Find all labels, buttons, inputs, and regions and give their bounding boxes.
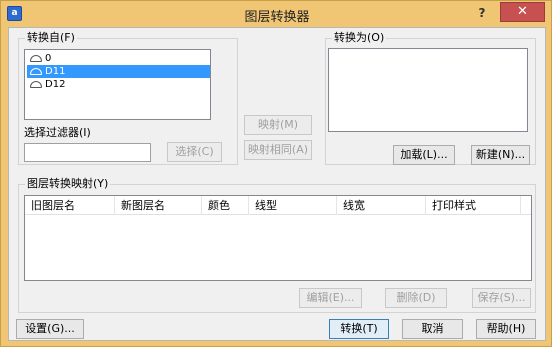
layer-mappings-table[interactable]: 旧图层名 新图层名 颜色 线型 线宽 打印样式: [24, 195, 532, 281]
layer-name: D12: [45, 79, 66, 90]
table-header: 旧图层名 新图层名 颜色 线型 线宽 打印样式: [25, 196, 531, 215]
layer-icon: [30, 68, 42, 75]
filter-label: 选择过滤器(I): [24, 126, 91, 139]
load-button[interactable]: 加载(L)...: [393, 145, 455, 165]
cancel-button[interactable]: 取消: [402, 319, 463, 339]
col-color[interactable]: 颜色: [202, 196, 249, 215]
layer-name: D11: [45, 66, 66, 77]
dialog-client: 转换自(F) 0 D11 D12 选择过滤器(I) 选择(C) 映射(M) 映射相同…: [8, 27, 546, 341]
convert-from-listbox[interactable]: 0 D11 D12: [24, 49, 211, 120]
layer-icon: [30, 55, 42, 62]
convert-to-listbox[interactable]: [328, 48, 528, 132]
col-plot-style[interactable]: 打印样式: [426, 196, 521, 215]
layer-icon: [30, 81, 42, 88]
col-new-layer[interactable]: 新图层名: [115, 196, 202, 215]
save-button[interactable]: 保存(S)...: [472, 288, 531, 308]
convert-to-label: 转换为(O): [332, 31, 387, 45]
layer-list-item[interactable]: D11: [27, 65, 210, 78]
map-same-button[interactable]: 映射相同(A): [244, 140, 312, 160]
layer-mappings-label: 图层转换映射(Y): [25, 177, 111, 191]
col-lineweight[interactable]: 线宽: [337, 196, 426, 215]
col-old-layer[interactable]: 旧图层名: [25, 196, 115, 215]
title-bar[interactable]: a 图层转换器 ? ✕: [1, 1, 552, 27]
layer-list-item[interactable]: D12: [27, 78, 210, 91]
close-icon-button[interactable]: ✕: [500, 2, 545, 22]
help-button[interactable]: 帮助(H): [476, 319, 536, 339]
select-button[interactable]: 选择(C): [167, 142, 222, 162]
filter-input[interactable]: [24, 143, 151, 162]
delete-button[interactable]: 删除(D): [385, 288, 447, 308]
convert-button[interactable]: 转换(T): [329, 319, 389, 339]
layer-translator-window: a 图层转换器 ? ✕ 转换自(F) 0 D11 D12 选择过滤器(I) 选择(C…: [0, 0, 552, 347]
map-button[interactable]: 映射(M): [244, 115, 312, 135]
convert-from-label: 转换自(F): [25, 31, 77, 45]
layer-list-item[interactable]: 0: [27, 52, 210, 65]
help-icon-button[interactable]: ?: [469, 4, 495, 22]
settings-button[interactable]: 设置(G)...: [16, 319, 84, 339]
layer-name: 0: [45, 53, 52, 64]
new-button[interactable]: 新建(N)...: [471, 145, 530, 165]
col-linetype[interactable]: 线型: [249, 196, 337, 215]
edit-button[interactable]: 编辑(E)...: [299, 288, 362, 308]
